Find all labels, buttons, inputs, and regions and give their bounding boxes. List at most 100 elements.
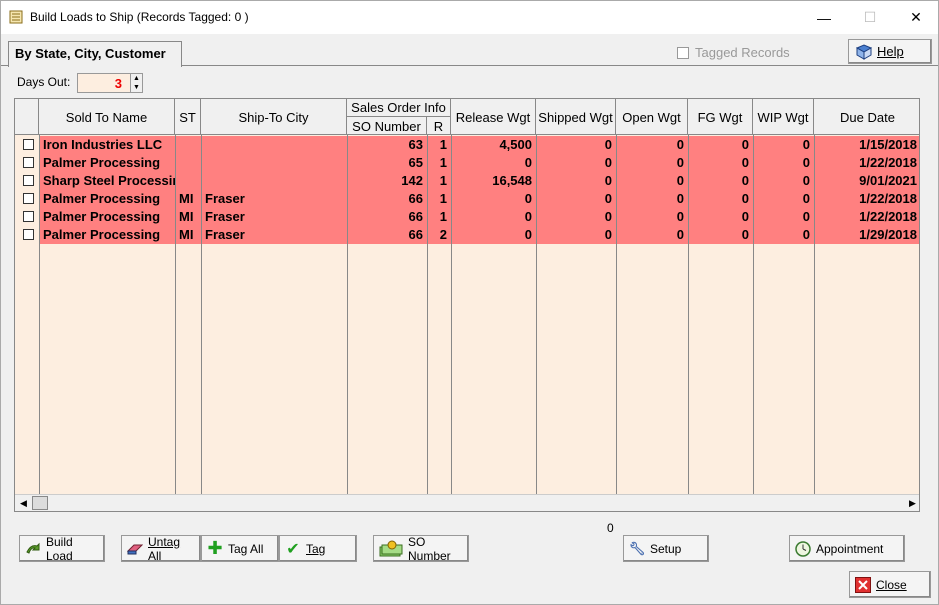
cell-wip[interactable]: 0 [753, 136, 814, 154]
cell-r[interactable]: 2 [427, 226, 451, 244]
cell-open[interactable]: 0 [616, 208, 688, 226]
cell-st[interactable]: MI [175, 226, 201, 244]
cell-wip[interactable]: 0 [753, 172, 814, 190]
cell-open[interactable]: 0 [616, 190, 688, 208]
cell-so[interactable]: 65 [347, 154, 427, 172]
row-tag-checkbox[interactable] [23, 175, 34, 186]
scroll-right-icon[interactable]: ▶ [905, 496, 919, 510]
horizontal-scrollbar[interactable]: ◀ ▶ [15, 494, 919, 511]
cell-fg[interactable]: 0 [688, 136, 753, 154]
setup-button[interactable]: 🔧︎ Setup [623, 535, 709, 562]
cell-st[interactable]: MI [175, 190, 201, 208]
table-row[interactable]: Palmer Processing 65 1 0 0 0 0 0 1/22/2018 [15, 154, 919, 172]
cell-shipped[interactable]: 0 [536, 136, 616, 154]
minimize-button[interactable]: — [801, 1, 847, 34]
cell-due[interactable]: 1/15/2018 [814, 136, 919, 154]
appointment-button[interactable]: Appointment [789, 535, 905, 562]
cell-so[interactable]: 142 [347, 172, 427, 190]
cell-sold-to[interactable]: Iron Industries LLC [39, 136, 175, 154]
cell-city[interactable] [201, 172, 347, 190]
cell-r[interactable]: 1 [427, 136, 451, 154]
cell-st[interactable]: MI [175, 208, 201, 226]
help-button[interactable]: Help [848, 39, 932, 64]
header-wip-wgt[interactable]: WIP Wgt [753, 99, 814, 135]
cell-release[interactable]: 0 [451, 190, 536, 208]
cell-r[interactable]: 1 [427, 154, 451, 172]
cell-city[interactable]: Fraser [201, 208, 347, 226]
cell-release[interactable]: 4,500 [451, 136, 536, 154]
cell-r[interactable]: 1 [427, 190, 451, 208]
cell-city[interactable]: Fraser [201, 226, 347, 244]
cell-fg[interactable]: 0 [688, 172, 753, 190]
days-out-spinner[interactable]: 3 ▲ ▼ [77, 73, 143, 93]
table-row[interactable]: Sharp Steel Processing 142 1 16,548 0 0 0 0 9/01… [15, 172, 919, 190]
cell-so[interactable]: 66 [347, 190, 427, 208]
spin-down-icon[interactable]: ▼ [131, 83, 142, 92]
row-tag-checkbox[interactable] [23, 211, 34, 222]
header-release-wgt[interactable]: Release Wgt [451, 99, 536, 135]
cell-shipped[interactable]: 0 [536, 154, 616, 172]
cell-fg[interactable]: 0 [688, 190, 753, 208]
close-button[interactable]: Close [849, 571, 931, 598]
cell-so[interactable]: 66 [347, 208, 427, 226]
cell-release[interactable]: 0 [451, 154, 536, 172]
maximize-button[interactable]: ☐ [847, 1, 893, 34]
cell-st[interactable] [175, 136, 201, 154]
cell-open[interactable]: 0 [616, 154, 688, 172]
cell-wip[interactable]: 0 [753, 226, 814, 244]
scroll-left-icon[interactable]: ◀ [16, 496, 31, 510]
table-row[interactable]: Palmer Processing MI Fraser 66 1 0 0 0 0 0 1/22/20… [15, 208, 919, 226]
so-number-button[interactable]: SO Number [373, 535, 469, 563]
cell-r[interactable]: 1 [427, 208, 451, 226]
cell-due[interactable]: 1/22/2018 [814, 154, 919, 172]
cell-sold-to[interactable]: Palmer Processing [39, 226, 175, 244]
cell-wip[interactable]: 0 [753, 154, 814, 172]
cell-open[interactable]: 0 [616, 136, 688, 154]
cell-wip[interactable]: 0 [753, 208, 814, 226]
header-open-wgt[interactable]: Open Wgt [616, 99, 688, 135]
row-tag-checkbox[interactable] [23, 157, 34, 168]
cell-city[interactable]: Fraser [201, 190, 347, 208]
tab-by-state-city-customer[interactable]: By State, City, Customer [8, 41, 182, 67]
days-out-value[interactable]: 3 [115, 76, 122, 91]
cell-r[interactable]: 1 [427, 172, 451, 190]
cell-so[interactable]: 63 [347, 136, 427, 154]
tagged-records-box[interactable] [677, 46, 689, 59]
header-r[interactable]: R [427, 117, 451, 135]
header-so-number[interactable]: SO Number [347, 117, 427, 135]
cell-shipped[interactable]: 0 [536, 172, 616, 190]
table-row[interactable]: Palmer Processing MI Fraser 66 2 0 0 0 0 0 1/29/20… [15, 226, 919, 244]
header-fg-wgt[interactable]: FG Wgt [688, 99, 753, 135]
cell-open[interactable]: 0 [616, 226, 688, 244]
cell-due[interactable]: 1/22/2018 [814, 208, 919, 226]
cell-shipped[interactable]: 0 [536, 190, 616, 208]
header-ship-to-city[interactable]: Ship-To City [201, 99, 347, 135]
row-tag-checkbox[interactable] [23, 139, 34, 150]
cell-fg[interactable]: 0 [688, 208, 753, 226]
cell-release[interactable]: 16,548 [451, 172, 536, 190]
cell-wip[interactable]: 0 [753, 190, 814, 208]
row-tag-checkbox[interactable] [23, 193, 34, 204]
cell-fg[interactable]: 0 [688, 226, 753, 244]
row-tag-checkbox[interactable] [23, 229, 34, 240]
cell-shipped[interactable]: 0 [536, 226, 616, 244]
header-shipped-wgt[interactable]: Shipped Wgt [536, 99, 616, 135]
cell-st[interactable] [175, 154, 201, 172]
untag-all-button[interactable]: Untag All [121, 535, 201, 563]
build-load-button[interactable]: Build Load [19, 535, 105, 563]
cell-so[interactable]: 66 [347, 226, 427, 244]
table-row[interactable]: Palmer Processing MI Fraser 66 1 0 0 0 0 0 1/22/20… [15, 190, 919, 208]
cell-sold-to[interactable]: Palmer Processing [39, 208, 175, 226]
cell-release[interactable]: 0 [451, 226, 536, 244]
spin-up-icon[interactable]: ▲ [131, 74, 142, 83]
header-st[interactable]: ST [175, 99, 201, 135]
loads-grid[interactable]: Sold To Name ST Ship-To City Sales Order… [14, 98, 920, 512]
cell-open[interactable]: 0 [616, 172, 688, 190]
header-due-date[interactable]: Due Date [814, 99, 919, 135]
tag-button[interactable]: ✔ Tag [279, 535, 357, 562]
cell-city[interactable] [201, 154, 347, 172]
header-sold-to[interactable]: Sold To Name [39, 99, 175, 135]
table-row[interactable]: Iron Industries LLC 63 1 4,500 0 0 0 0 1/15/2018 [15, 136, 919, 154]
cell-st[interactable] [175, 172, 201, 190]
cell-due[interactable]: 9/01/2021 [814, 172, 919, 190]
